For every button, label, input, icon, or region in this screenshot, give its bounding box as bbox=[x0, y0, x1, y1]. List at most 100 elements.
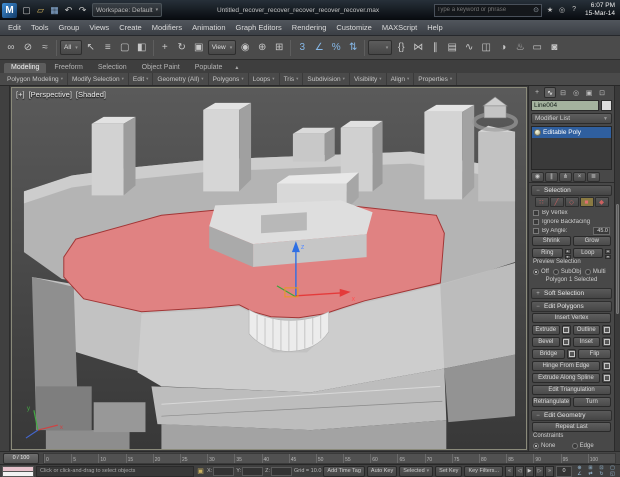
selection-filter-dropdown[interactable]: All ▾ bbox=[60, 40, 82, 55]
bind-to-space-warp-icon[interactable]: ≈ bbox=[37, 39, 53, 57]
select-and-move-icon[interactable]: + bbox=[157, 39, 173, 57]
render-production-icon[interactable]: ◙ bbox=[546, 39, 562, 57]
mirror-icon[interactable]: ⋈ bbox=[410, 39, 426, 57]
preview-subobj-radio[interactable]: SubObj bbox=[552, 269, 581, 275]
pin-stack-icon[interactable]: ◉ bbox=[531, 171, 544, 182]
grow-button[interactable]: Grow bbox=[572, 236, 611, 246]
coordinate-input[interactable] bbox=[271, 466, 293, 476]
selection-region-icon[interactable]: ▢ bbox=[117, 39, 133, 57]
panel-properties[interactable]: Properties bbox=[414, 73, 458, 85]
make-unique-icon[interactable]: ⋔ bbox=[559, 171, 572, 182]
keyboard-override-icon[interactable]: ⊞ bbox=[271, 39, 287, 57]
tab-utilities[interactable]: ⊡ bbox=[596, 87, 608, 98]
preview-multi-radio[interactable]: Multi bbox=[584, 269, 606, 275]
star-icon[interactable]: ★ bbox=[545, 6, 555, 14]
tab-motion[interactable]: ◎ bbox=[570, 87, 582, 98]
tab-selection[interactable]: Selection bbox=[91, 63, 134, 73]
snaps-toggle-icon[interactable]: 3 bbox=[294, 39, 310, 57]
panel-loops[interactable]: Loops bbox=[249, 73, 280, 85]
application-menu-button[interactable]: M bbox=[2, 2, 17, 18]
show-end-result-icon[interactable]: ∥ bbox=[545, 171, 558, 182]
menu-maxscript[interactable]: MAXScript bbox=[377, 20, 422, 35]
tab-freeform[interactable]: Freeform bbox=[47, 63, 89, 73]
border-subobject-icon[interactable]: ◇ bbox=[564, 197, 579, 207]
by-angle-checkbox[interactable] bbox=[533, 227, 539, 234]
tab-create[interactable]: + bbox=[531, 87, 543, 98]
align-icon[interactable]: ∥ bbox=[427, 39, 443, 57]
loop-button[interactable]: Loop bbox=[572, 248, 603, 258]
listener-pane[interactable] bbox=[2, 470, 34, 477]
inset-settings-button[interactable] bbox=[602, 337, 611, 347]
polygon-subobject-icon[interactable]: ■ bbox=[579, 197, 594, 207]
bevel-button[interactable]: Bevel bbox=[532, 337, 560, 347]
by-angle-value-field[interactable] bbox=[593, 226, 610, 235]
ring-button[interactable]: Ring bbox=[532, 248, 563, 258]
select-and-link-icon[interactable]: ∞ bbox=[3, 39, 19, 57]
next-frame-icon[interactable]: ▷ bbox=[535, 465, 544, 477]
retriangulate-button[interactable]: Retriangulate bbox=[532, 397, 571, 407]
edge-subobject-icon[interactable]: ╱ bbox=[549, 197, 564, 207]
hinge-from-edge-button[interactable]: Hinge From Edge bbox=[532, 361, 600, 371]
object-name-field[interactable] bbox=[531, 100, 599, 111]
search-input[interactable] bbox=[437, 7, 532, 13]
shrink-button[interactable]: Shrink bbox=[532, 236, 571, 246]
hinge-settings-button[interactable] bbox=[602, 361, 611, 371]
select-and-manipulate-icon[interactable]: ⊕ bbox=[254, 39, 270, 57]
bridge-button[interactable]: Bridge bbox=[532, 349, 565, 359]
time-slider-handle[interactable]: 0 / 100 bbox=[3, 452, 39, 464]
scrollbar-thumb[interactable] bbox=[616, 204, 619, 314]
go-to-end-icon[interactable]: » bbox=[545, 465, 554, 477]
panel-visibility[interactable]: Visibility bbox=[350, 73, 387, 85]
named-selection-dropdown[interactable]: ▾ bbox=[368, 40, 393, 55]
panel-tris[interactable]: Tris bbox=[280, 73, 304, 85]
workspace-dropdown[interactable]: Workspace: Default ▾ bbox=[92, 3, 163, 17]
configure-modifier-sets-icon[interactable]: ≣ bbox=[587, 171, 600, 182]
loop-spinner[interactable]: ▲ ▼ bbox=[605, 249, 611, 259]
track-bar[interactable]: 0 5 10 15 20 25 30 35 40 45 50 55 60 65 70 75 80 85 90 95 10… bbox=[43, 452, 616, 464]
constraint-edge-radio[interactable]: Edge bbox=[571, 441, 607, 450]
use-pivot-point-icon[interactable]: ◉ bbox=[237, 39, 253, 57]
menu-edit[interactable]: Edit bbox=[3, 20, 26, 35]
modifier-stack[interactable]: Editable Poly bbox=[531, 126, 612, 170]
remove-modifier-icon[interactable]: × bbox=[573, 171, 586, 182]
select-and-rotate-icon[interactable]: ↻ bbox=[174, 39, 190, 57]
maxscript-mini-listener[interactable] bbox=[2, 465, 34, 477]
percent-snap-icon[interactable]: % bbox=[328, 39, 344, 57]
layer-manager-icon[interactable]: ▤ bbox=[444, 39, 460, 57]
panel-polygons[interactable]: Polygons bbox=[209, 73, 249, 85]
menu-animation[interactable]: Animation bbox=[187, 20, 230, 35]
bevel-settings-button[interactable] bbox=[561, 337, 571, 347]
coordinate-input[interactable] bbox=[213, 466, 235, 476]
visibility-bulb-icon[interactable] bbox=[534, 129, 541, 136]
constraint-face-radio[interactable]: Face bbox=[533, 450, 568, 451]
viewport-pov-menu[interactable]: [Perspective] bbox=[29, 90, 72, 99]
menu-help[interactable]: Help bbox=[422, 20, 447, 35]
select-by-name-icon[interactable]: ≡ bbox=[100, 39, 116, 57]
orbit-icon[interactable]: ↻ bbox=[596, 471, 607, 477]
panel-geometry-all[interactable]: Geometry (All) bbox=[153, 73, 209, 85]
selected-dropdown[interactable]: Selected ▾ bbox=[399, 465, 434, 477]
play-icon[interactable]: ▶ bbox=[525, 465, 534, 477]
tab-object-paint[interactable]: Object Paint bbox=[135, 63, 187, 73]
communication-center-icon[interactable]: ◎ bbox=[557, 6, 567, 14]
object-color-swatch[interactable] bbox=[601, 100, 612, 111]
edit-triangulation-button[interactable]: Edit Triangulation bbox=[532, 385, 611, 395]
render-setup-icon[interactable]: ♨ bbox=[512, 39, 528, 57]
preview-off-radio[interactable]: Off bbox=[533, 269, 549, 275]
extrude-along-spline-button[interactable]: Extrude Along Spline bbox=[532, 373, 600, 383]
add-time-tag-button[interactable]: Add Time Tag bbox=[323, 465, 365, 477]
tab-modify[interactable]: ∿ bbox=[544, 87, 556, 98]
curve-editor-icon[interactable]: ∿ bbox=[461, 39, 477, 57]
extrude-along-spline-settings-button[interactable] bbox=[602, 373, 611, 383]
reference-coordinate-dropdown[interactable]: View ▾ bbox=[207, 40, 237, 55]
edit-polygons-rollout-header[interactable]: − Edit Polygons bbox=[531, 301, 612, 312]
tab-populate[interactable]: Populate bbox=[188, 63, 230, 73]
rendered-frame-icon[interactable]: ▭ bbox=[529, 39, 545, 57]
constraint-normal-radio[interactable]: Normal bbox=[572, 450, 607, 451]
pan-icon[interactable]: ⇄ bbox=[585, 471, 596, 477]
panel-polygon-modeling[interactable]: Polygon Modeling bbox=[3, 73, 68, 85]
window-crossing-icon[interactable]: ◧ bbox=[134, 39, 150, 57]
ribbon-minimize-icon[interactable]: ▴ bbox=[229, 64, 244, 73]
element-subobject-icon[interactable]: ◆ bbox=[594, 197, 609, 207]
selection-rollout-header[interactable]: − Selection bbox=[531, 185, 612, 196]
